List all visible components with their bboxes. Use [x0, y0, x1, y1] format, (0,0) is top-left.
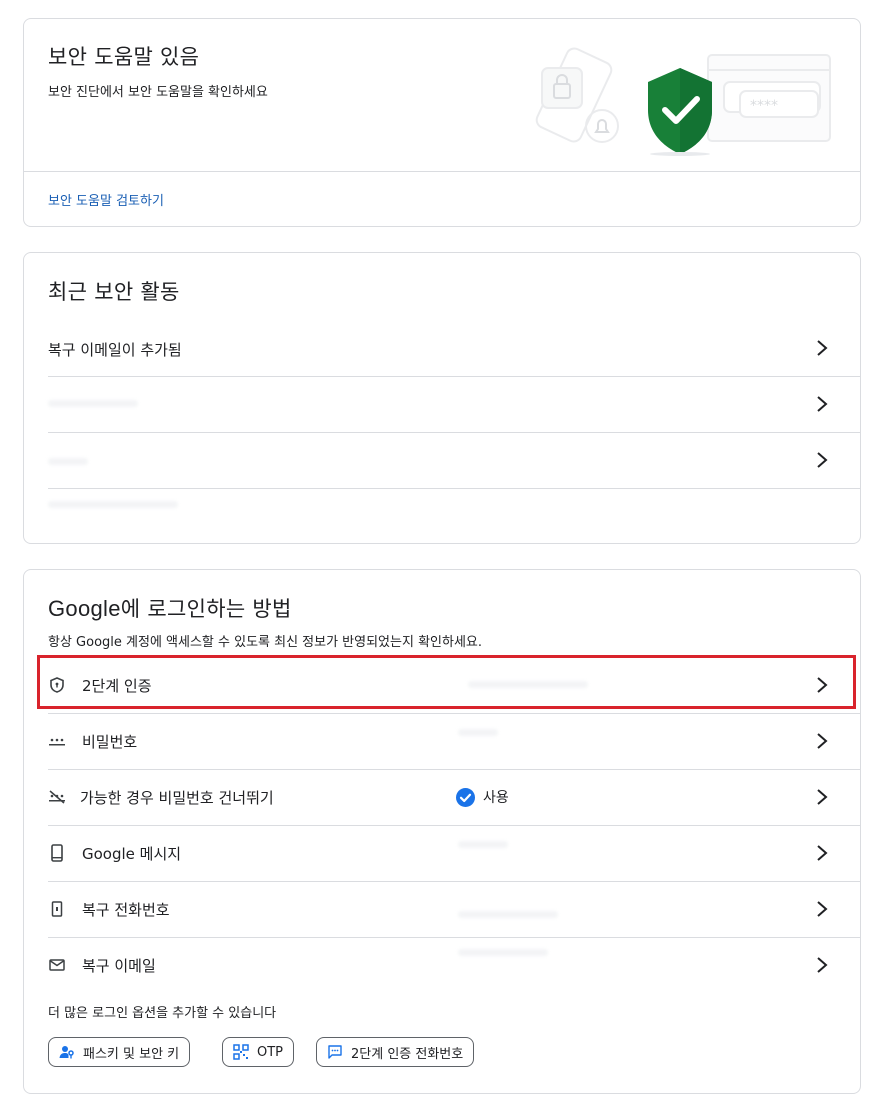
redacted-text: [48, 501, 178, 508]
password-dots-icon: [48, 732, 66, 750]
message-icon: [328, 1045, 342, 1059]
signin-row-label: 복구 이메일: [82, 957, 156, 975]
otp-chip[interactable]: OTP: [222, 1037, 295, 1067]
passkey-security-key-chip[interactable]: 패스키 및 보안 키: [48, 1037, 191, 1067]
redacted-text: [48, 400, 138, 407]
recent-activity-card: 최근 보안 활동 복구 이메일이 추가됨: [23, 252, 861, 544]
redacted-text: [458, 841, 508, 848]
chevron-right-icon: [812, 841, 832, 865]
check-circle-icon: [456, 787, 475, 807]
signin-row-label: Google 메시지: [82, 845, 182, 863]
security-tips-subtitle: 보안 진단에서 보안 도움말을 확인하세요: [48, 85, 268, 100]
security-tips-title: 보안 도움말 있음: [48, 45, 200, 69]
signin-row-label: 비밀번호: [82, 733, 138, 751]
qr-code-icon: [233, 1044, 249, 1060]
google-brand-text: Google: [48, 596, 121, 621]
chevron-right-icon: [812, 953, 832, 977]
redacted-text: [48, 458, 88, 465]
chip-label: 2단계 인증 전화번호: [351, 1046, 464, 1062]
redacted-text: [458, 729, 498, 736]
chevron-right-icon: [812, 729, 832, 753]
phone-icon: [48, 844, 66, 862]
chevron-right-icon: [812, 448, 832, 472]
redacted-text: [458, 911, 558, 918]
shield-icon: [48, 676, 66, 694]
signin-methods-title: Google에 로그인하는 방법: [48, 593, 292, 623]
mail-icon: [48, 956, 66, 974]
signin-row-recovery-phone[interactable]: 복구 전화번호: [48, 881, 860, 937]
signin-methods-card: Google에 로그인하는 방법 항상 Google 계정에 액세스할 수 있도…: [23, 569, 861, 1094]
signin-row-google-messages[interactable]: Google 메시지: [48, 825, 860, 881]
status-badge: 사용: [456, 787, 509, 807]
chevron-right-icon: [812, 336, 832, 360]
signin-row-recovery-email[interactable]: 복구 이메일: [48, 937, 860, 993]
security-illustration: ****: [535, 47, 831, 156]
2-step-phone-chip[interactable]: 2단계 인증 전화번호: [316, 1037, 475, 1067]
activity-row-recovery-email-added[interactable]: 복구 이메일이 추가됨: [48, 320, 860, 376]
divider: [24, 171, 860, 172]
status-text: 사용: [483, 790, 509, 806]
activity-row[interactable]: [48, 376, 860, 432]
signin-row-skip-password[interactable]: 가능한 경우 비밀번호 건너뛰기 사용: [48, 769, 860, 825]
signin-row-password[interactable]: 비밀번호: [48, 713, 860, 769]
chip-label: 패스키 및 보안 키: [83, 1046, 180, 1062]
signin-row-label: 가능한 경우 비밀번호 건너뛰기: [80, 789, 274, 807]
person-key-icon: [59, 1046, 74, 1059]
recent-activity-title: 최근 보안 활동: [48, 280, 180, 304]
signin-row-2-step-verification[interactable]: 2단계 인증: [48, 657, 860, 713]
activity-row[interactable]: [48, 432, 860, 488]
chevron-right-icon: [812, 785, 832, 809]
signin-row-label: 복구 전화번호: [82, 901, 170, 919]
signin-methods-title-rest: 에 로그인하는 방법: [120, 597, 292, 621]
redacted-text: [468, 681, 588, 688]
chip-label: OTP: [257, 1044, 284, 1060]
more-signin-options-text: 더 많은 로그인 옵션을 추가할 수 있습니다: [48, 1006, 277, 1021]
svg-text:****: ****: [750, 98, 778, 114]
signin-row-label: 2단계 인증: [82, 677, 152, 695]
skip-password-icon: [48, 788, 66, 806]
chevron-right-icon: [812, 897, 832, 921]
chevron-right-icon: [812, 392, 832, 416]
phone-outline-icon: [48, 900, 66, 918]
chevron-right-icon: [812, 673, 832, 697]
redacted-text: [458, 949, 548, 956]
activity-label: 복구 이메일이 추가됨: [48, 341, 182, 359]
divider: [48, 488, 860, 489]
review-security-tips-link[interactable]: 보안 도움말 검토하기: [48, 190, 164, 209]
signin-methods-subtitle: 항상 Google 계정에 액세스할 수 있도록 최신 정보가 반영되었는지 확…: [48, 635, 483, 650]
